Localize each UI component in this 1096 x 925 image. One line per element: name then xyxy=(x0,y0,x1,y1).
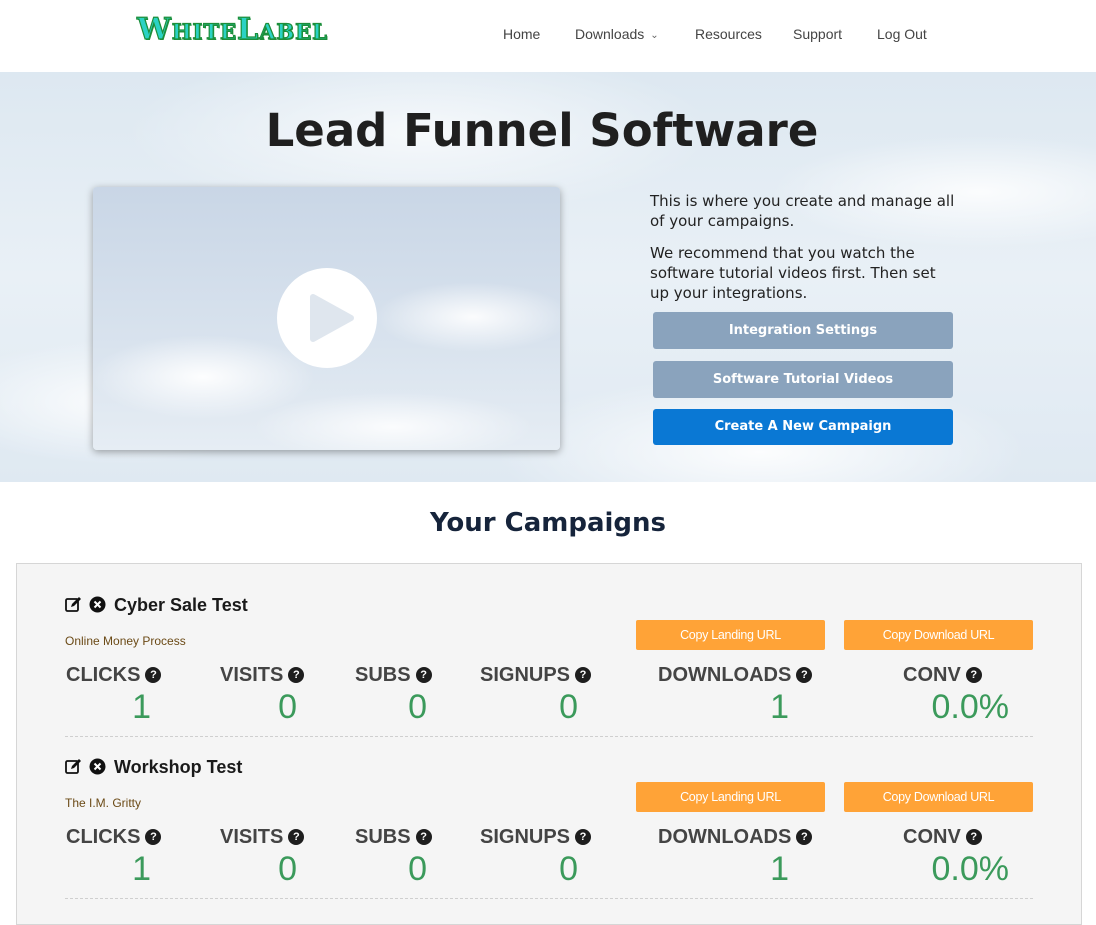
integration-settings-button[interactable]: Integration Settings xyxy=(653,312,953,349)
clicks-label: CLICKS? xyxy=(66,664,162,687)
subs-label: SUBS? xyxy=(355,664,432,687)
clicks-value: 1 xyxy=(132,850,151,888)
downloads-label-text: DOWNLOADS xyxy=(658,826,792,848)
edit-icon[interactable] xyxy=(65,758,82,775)
signups-label-text: SIGNUPS xyxy=(480,664,571,686)
chevron-down-icon: ⌄ xyxy=(650,30,659,41)
campaign-subtitle: The I.M. Gritty xyxy=(65,796,142,810)
conv-value: 0.0% xyxy=(931,688,1010,726)
campaign-row: Cyber Sale Test Online Money Process Cop… xyxy=(65,564,1033,737)
downloads-label-text: DOWNLOADS xyxy=(658,664,792,686)
nav-support[interactable]: Support xyxy=(793,26,842,42)
campaigns-heading: Your Campaigns xyxy=(429,508,667,538)
copy-landing-url-button[interactable]: Copy Landing URL xyxy=(636,620,825,650)
signups-value: 0 xyxy=(559,850,578,888)
help-icon[interactable]: ? xyxy=(415,666,432,683)
tutorial-videos-button[interactable]: Software Tutorial Videos xyxy=(653,361,953,398)
delete-icon[interactable] xyxy=(89,596,106,613)
visits-label-text: VISITS xyxy=(220,664,284,686)
help-icon[interactable]: ? xyxy=(965,666,982,683)
visits-label-text: VISITS xyxy=(220,826,284,848)
nav-home[interactable]: Home xyxy=(503,26,540,42)
site-logo[interactable]: WhiteLabel xyxy=(136,11,328,48)
help-icon[interactable]: ? xyxy=(796,828,813,845)
downloads-value: 1 xyxy=(770,688,789,726)
campaign-subtitle: Online Money Process xyxy=(65,634,186,648)
help-icon[interactable]: ? xyxy=(575,828,592,845)
nav-logout[interactable]: Log Out xyxy=(877,26,927,42)
help-icon[interactable]: ? xyxy=(145,666,162,683)
nav-downloads[interactable]: Downloads ⌄ xyxy=(575,26,659,42)
signups-label: SIGNUPS? xyxy=(480,826,592,849)
subs-label: SUBS? xyxy=(355,826,432,849)
signups-value: 0 xyxy=(559,688,578,726)
downloads-value: 1 xyxy=(770,850,789,888)
hero-description: This is where you create and manage all … xyxy=(650,192,955,230)
copy-download-url-button[interactable]: Copy Download URL xyxy=(844,620,1033,650)
campaign-name: Workshop Test xyxy=(114,757,243,777)
clicks-label: CLICKS? xyxy=(66,826,162,849)
delete-icon[interactable] xyxy=(89,758,106,775)
subs-value: 0 xyxy=(408,850,427,888)
help-icon[interactable]: ? xyxy=(965,828,982,845)
play-icon[interactable] xyxy=(277,268,377,368)
subs-value: 0 xyxy=(408,688,427,726)
clicks-value: 1 xyxy=(132,688,151,726)
clicks-label-text: CLICKS xyxy=(66,826,141,848)
visits-value: 0 xyxy=(278,688,297,726)
downloads-label: DOWNLOADS? xyxy=(658,826,813,849)
site-header: WhiteLabel Home Downloads ⌄ Resources Sup… xyxy=(0,0,1096,72)
nav-resources[interactable]: Resources xyxy=(695,26,762,42)
nav-downloads-label: Downloads xyxy=(575,26,645,42)
downloads-label: DOWNLOADS? xyxy=(658,664,813,687)
create-campaign-button[interactable]: Create A New Campaign xyxy=(653,409,953,445)
clicks-label-text: CLICKS xyxy=(66,664,141,686)
page-title: Lead Funnel Software xyxy=(265,104,819,157)
campaign-name: Cyber Sale Test xyxy=(114,595,248,615)
edit-icon[interactable] xyxy=(65,596,82,613)
campaign-row: Workshop Test The I.M. Gritty Copy Landi… xyxy=(65,726,1033,899)
help-icon[interactable]: ? xyxy=(796,666,813,683)
conv-value: 0.0% xyxy=(931,850,1010,888)
help-icon[interactable]: ? xyxy=(288,666,305,683)
copy-download-url-button[interactable]: Copy Download URL xyxy=(844,782,1033,812)
visits-value: 0 xyxy=(278,850,297,888)
visits-label: VISITS? xyxy=(220,664,305,687)
conv-label-text: CONV xyxy=(903,664,961,686)
signups-label-text: SIGNUPS xyxy=(480,826,571,848)
conv-label: CONV? xyxy=(903,664,982,687)
campaigns-panel: Cyber Sale Test Online Money Process Cop… xyxy=(16,563,1082,925)
help-icon[interactable]: ? xyxy=(288,828,305,845)
hero-section: Lead Funnel Software This is where you c… xyxy=(0,72,1096,482)
signups-label: SIGNUPS? xyxy=(480,664,592,687)
conv-label-text: CONV xyxy=(903,826,961,848)
tutorial-video[interactable] xyxy=(93,187,560,450)
help-icon[interactable]: ? xyxy=(145,828,162,845)
conv-label: CONV? xyxy=(903,826,982,849)
subs-label-text: SUBS xyxy=(355,826,411,848)
copy-landing-url-button[interactable]: Copy Landing URL xyxy=(636,782,825,812)
visits-label: VISITS? xyxy=(220,826,305,849)
campaign-divider xyxy=(65,898,1033,899)
subs-label-text: SUBS xyxy=(355,664,411,686)
help-icon[interactable]: ? xyxy=(575,666,592,683)
help-icon[interactable]: ? xyxy=(415,828,432,845)
hero-recommendation: We recommend that you watch the software… xyxy=(650,244,936,302)
